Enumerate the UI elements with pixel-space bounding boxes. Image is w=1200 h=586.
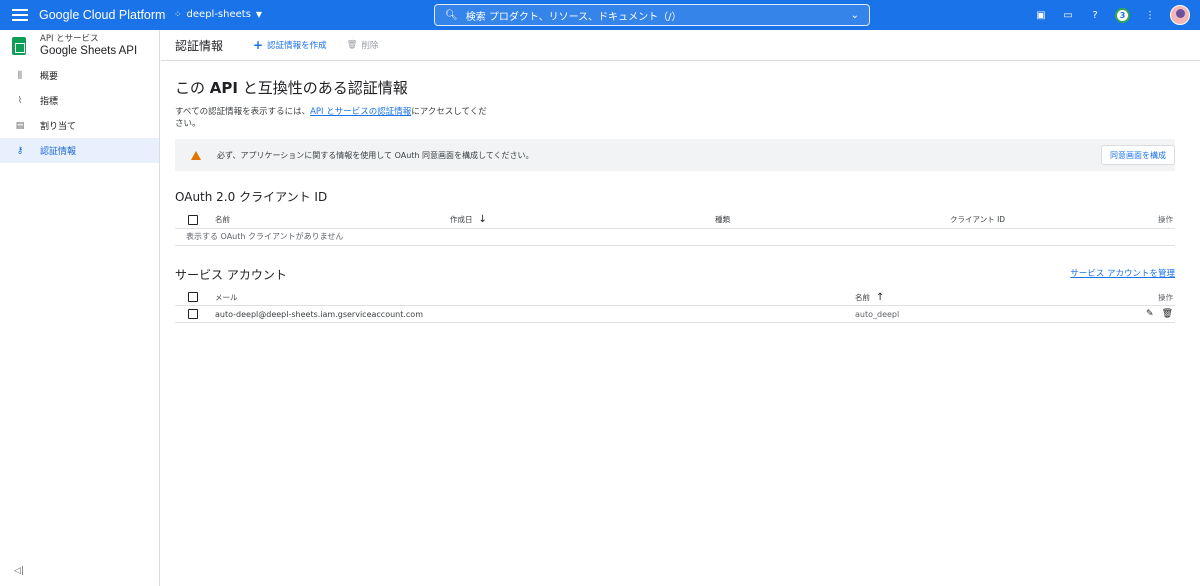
table-row[interactable]: auto-deepl@deepl-sheets.iam.gserviceacco… bbox=[175, 305, 1175, 323]
service-account-name: auto_deepl bbox=[855, 305, 1105, 323]
add-icon: + bbox=[253, 38, 264, 52]
sidebar-header: API とサービス Google Sheets API bbox=[0, 30, 159, 62]
table-row: 表示する OAuth クライアントがありません bbox=[175, 228, 1175, 246]
arrow-down-icon: ↓ bbox=[478, 214, 487, 226]
project-icon: ⁘ bbox=[174, 9, 182, 20]
select-all-checkbox[interactable] bbox=[188, 214, 198, 225]
table-header-row: メール 名前 ↑ 操作 bbox=[175, 289, 1175, 306]
column-header-type[interactable]: 種類 bbox=[715, 212, 950, 229]
column-header-created[interactable]: 作成日 ↓ bbox=[450, 212, 715, 229]
sidebar-subtitle: API とサービス bbox=[40, 34, 99, 44]
help-icon[interactable]: ? bbox=[1088, 8, 1102, 22]
service-account-table: メール 名前 ↑ 操作 auto-deepl@deepl-sheets.iam.g… bbox=[175, 289, 1175, 323]
chevron-down-icon[interactable]: ⌄ bbox=[851, 10, 859, 21]
table-header-row: 名前 作成日 ↓ 種類 クライアント ID 操作 bbox=[175, 212, 1175, 229]
create-credentials-label: 認証情報を作成 bbox=[267, 41, 327, 51]
top-app-bar: Google Cloud Platform ⁘ deepl-sheets ▼ 🔍… bbox=[0, 0, 1200, 30]
sidebar-item-metrics[interactable]: ⌇ 指標 bbox=[0, 88, 159, 113]
hamburger-menu-icon[interactable] bbox=[12, 7, 28, 23]
column-header-name[interactable]: 名前 bbox=[215, 212, 450, 229]
avatar[interactable] bbox=[1170, 5, 1190, 25]
row-checkbox[interactable] bbox=[188, 309, 198, 319]
arrow-up-icon: ↑ bbox=[876, 291, 885, 303]
notification-badge[interactable]: 3 bbox=[1115, 7, 1130, 23]
gift-icon[interactable]: ▣ bbox=[1034, 8, 1048, 22]
cloud-shell-icon[interactable]: ▭ bbox=[1061, 8, 1075, 22]
sidebar-item-label: 認証情報 bbox=[40, 147, 77, 157]
delete-label: 削除 bbox=[361, 41, 379, 51]
select-all-checkbox[interactable] bbox=[188, 292, 198, 303]
main-content: 認証情報 + 認証情報を作成 🗑︎ 削除 この API と互換性のある認証情報 … bbox=[161, 30, 1200, 586]
warning-text: 必ず、アプリケーションに関する情報を使用して OAuth 同意画面を構成してくだ… bbox=[217, 150, 534, 160]
sidebar-item-quotas[interactable]: ▤ 割り当て bbox=[0, 113, 159, 138]
page-title: 認証情報 bbox=[175, 38, 224, 53]
service-account-email[interactable]: auto-deepl@deepl-sheets.iam.gserviceacco… bbox=[215, 305, 855, 323]
create-credentials-button[interactable]: + 認証情報を作成 bbox=[253, 38, 327, 52]
row-actions: ✎ 🗑︎ bbox=[1105, 309, 1175, 319]
sheets-icon bbox=[12, 37, 26, 55]
column-header-actions: 操作 bbox=[1100, 212, 1175, 229]
edit-icon[interactable]: ✎ bbox=[1146, 309, 1154, 319]
dashboard-icon: ⫼ bbox=[17, 70, 23, 81]
project-selector[interactable]: ⁘ deepl-sheets ▼ bbox=[174, 9, 262, 20]
description: すべての認証情報を表示するには、API とサービスの認証情報にアクセスしてくださ… bbox=[175, 106, 495, 130]
key-icon: ⚷ bbox=[16, 145, 24, 156]
sidebar-item-credentials[interactable]: ⚷ 認証情報 bbox=[0, 138, 159, 163]
metrics-icon: ⌇ bbox=[17, 95, 23, 106]
configure-consent-button[interactable]: 同意画面を構成 bbox=[1101, 145, 1175, 165]
section-heading: この API と互換性のある認証情報 bbox=[175, 77, 1186, 98]
sidebar-item-label: 割り当て bbox=[40, 122, 77, 132]
search-bar[interactable]: 🔍︎ 検索 プロダクト、リソース、ドキュメント（/） ⌄ bbox=[434, 4, 870, 26]
action-bar: 認証情報 + 認証情報を作成 🗑︎ 削除 bbox=[161, 30, 1200, 61]
quota-icon: ▤ bbox=[15, 120, 25, 131]
service-account-section-title: サービス アカウント bbox=[175, 267, 287, 282]
search-placeholder: 検索 プロダクト、リソース、ドキュメント（/） bbox=[465, 11, 682, 23]
credentials-link[interactable]: API とサービスの認証情報 bbox=[310, 107, 411, 117]
column-header-actions: 操作 bbox=[1105, 289, 1175, 306]
heading-post: と互換性のある認証情報 bbox=[237, 79, 408, 97]
heading-pre: この bbox=[175, 79, 210, 97]
oauth-warning-banner: 必ず、アプリケーションに関する情報を使用して OAuth 同意画面を構成してくだ… bbox=[175, 139, 1175, 171]
delete-button[interactable]: 🗑︎ 削除 bbox=[347, 39, 379, 51]
column-header-email[interactable]: メール bbox=[215, 289, 855, 306]
oauth-section-title: OAuth 2.0 クライアント ID bbox=[175, 190, 328, 204]
warning-icon bbox=[191, 150, 201, 160]
desc-pre: すべての認証情報を表示するには、 bbox=[175, 107, 311, 117]
sidebar: API とサービス Google Sheets API ⫼ 概要 ⌇ 指標 ▤ … bbox=[0, 30, 160, 586]
collapse-sidebar-icon[interactable]: ◁| bbox=[14, 566, 24, 576]
oauth-table: 名前 作成日 ↓ 種類 クライアント ID 操作 表示する OAuth クライアン… bbox=[175, 212, 1175, 246]
trash-icon[interactable]: 🗑︎ bbox=[1162, 309, 1173, 319]
manage-service-accounts-link[interactable]: サービス アカウントを管理 bbox=[1070, 267, 1175, 279]
more-vert-icon[interactable]: ⋮ bbox=[1143, 8, 1157, 22]
column-header-client-id[interactable]: クライアント ID bbox=[950, 212, 1100, 229]
sidebar-item-overview[interactable]: ⫼ 概要 bbox=[0, 63, 159, 88]
column-label: 名前 bbox=[855, 292, 870, 302]
project-name: deepl-sheets bbox=[186, 9, 251, 20]
sidebar-item-label: 概要 bbox=[40, 72, 59, 82]
service-account-header: サービス アカウント サービス アカウントを管理 bbox=[175, 266, 1175, 282]
sidebar-title: Google Sheets API bbox=[40, 45, 138, 57]
column-header-name[interactable]: 名前 ↑ bbox=[855, 289, 1105, 306]
search-icon: 🔍︎ bbox=[445, 9, 458, 21]
column-label: 作成日 bbox=[450, 215, 473, 225]
heading-bold: API bbox=[209, 79, 238, 97]
empty-state: 表示する OAuth クライアントがありません bbox=[175, 228, 1175, 246]
caret-down-icon: ▼ bbox=[255, 10, 263, 19]
trash-icon: 🗑︎ bbox=[346, 40, 358, 50]
top-icons: ▣ ▭ ? 3 ⋮ bbox=[1034, 5, 1190, 25]
sidebar-item-label: 指標 bbox=[40, 97, 59, 107]
brand-title[interactable]: Google Cloud Platform bbox=[39, 8, 165, 22]
